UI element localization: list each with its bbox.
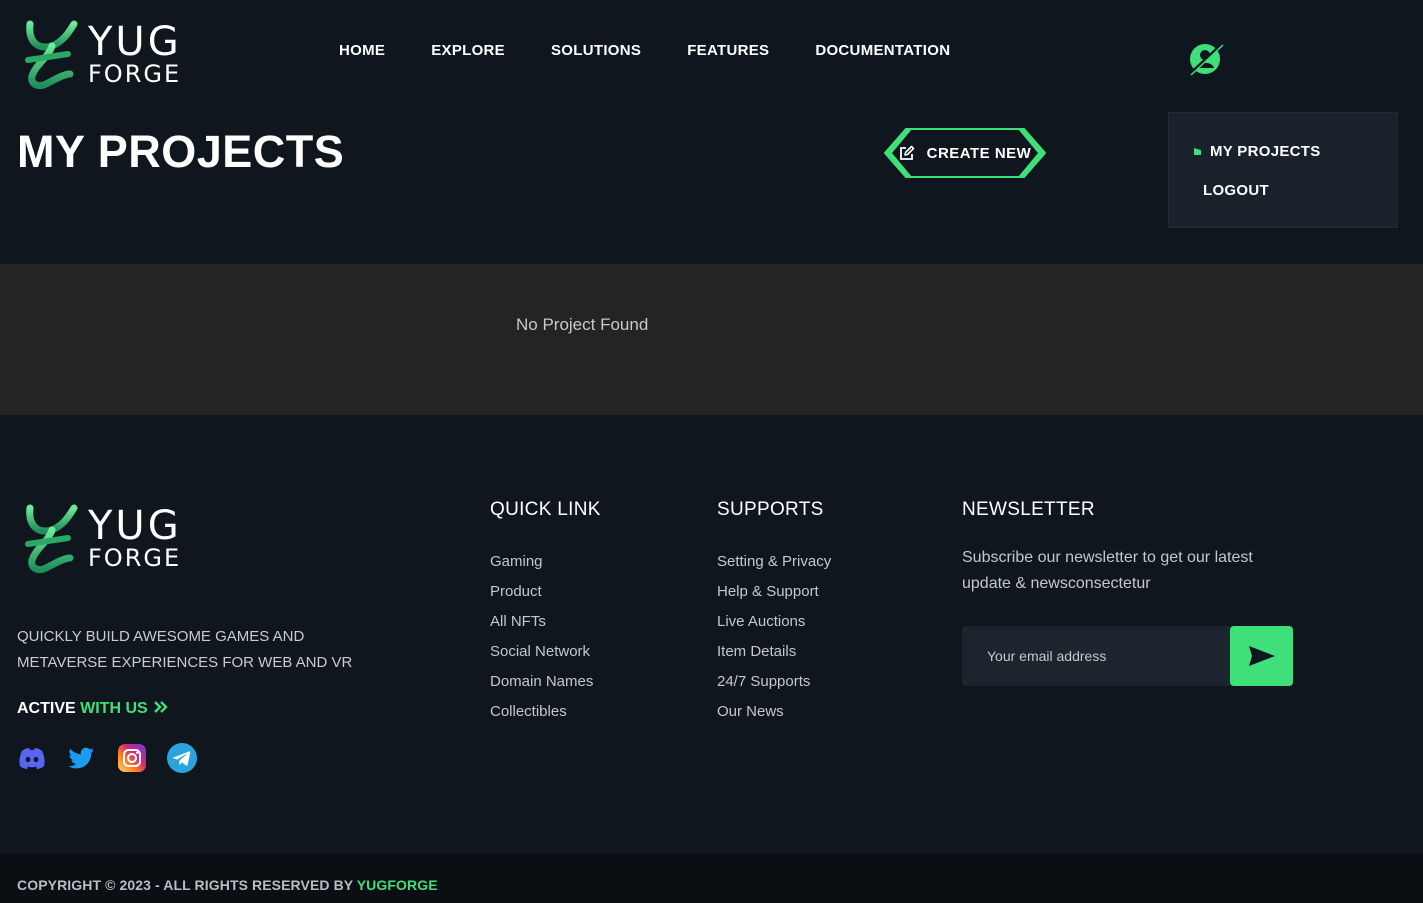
active-highlight: WITH US [80,700,148,717]
user-avatar-icon[interactable] [1188,42,1224,76]
quick-link-all-nfts[interactable]: All NFTs [490,611,601,641]
nav-home[interactable]: HOME [339,42,385,59]
edit-icon [899,145,914,160]
page-title: MY PROJECTS [17,126,345,177]
footer-logo[interactable]: YUG FORGE [24,504,182,574]
nav-solutions[interactable]: SOLUTIONS [551,42,641,59]
active-indicator-icon [1194,148,1201,155]
logo-text-yug: YUG [88,503,182,549]
copyright-text: COPYRIGHT © 2023 - ALL RIGHTS RESERVED B… [17,877,438,893]
supports-heading: SUPPORTS [717,499,824,520]
support-link-item-details[interactable]: Item Details [717,641,831,671]
header-logo[interactable]: YUG FORGE [24,20,182,90]
newsletter-text: Subscribe our newsletter to get our late… [962,549,1253,592]
support-link-help-support[interactable]: Help & Support [717,581,831,611]
main-nav: HOME EXPLORE SOLUTIONS FEATURES DOCUMENT… [339,42,996,59]
projects-list-area: No Project Found [0,264,1423,415]
quick-link-social-network[interactable]: Social Network [490,641,601,671]
logo-text-yug: YUG [88,19,182,65]
support-link-live-auctions[interactable]: Live Auctions [717,611,831,641]
quick-link-domain-names[interactable]: Domain Names [490,671,601,701]
double-chevron-right-icon [154,701,168,713]
create-new-label: CREATE NEW [926,144,1032,162]
support-link-24-7-supports[interactable]: 24/7 Supports [717,671,831,701]
logo-mark-icon [25,504,78,574]
logo-text-forge: FORGE [88,60,182,88]
logo-text-forge: FORGE [88,544,182,572]
copyright-brand-link[interactable]: YUGFORGE [357,877,438,893]
footer-newsletter: NEWSLETTER Subscribe our newsletter to g… [962,499,1292,597]
quick-link-heading: QUICK LINK [490,499,601,520]
active-with-us-link[interactable]: ACTIVE WITH US [17,700,168,718]
logo-mark-icon [25,20,78,90]
social-links [17,743,197,773]
footer-quick-links: QUICK LINK Gaming Product All NFTs Socia… [490,499,601,731]
copyright-label: COPYRIGHT © 2023 - ALL RIGHTS RESERVED B… [17,877,353,893]
active-prefix: ACTIVE [17,700,76,717]
quick-link-product[interactable]: Product [490,581,601,611]
nav-explore[interactable]: EXPLORE [431,42,505,59]
discord-icon[interactable] [17,743,47,773]
menu-item-logout[interactable]: LOGOUT [1203,182,1269,199]
nav-features[interactable]: FEATURES [687,42,769,59]
user-dropdown-menu: MY PROJECTS LOGOUT [1168,112,1398,228]
newsletter-submit-button[interactable] [1230,626,1293,686]
quick-link-collectibles[interactable]: Collectibles [490,701,601,731]
empty-state-message: No Project Found [516,315,649,334]
send-icon [1248,646,1275,666]
newsletter-heading: NEWSLETTER [962,499,1095,520]
telegram-icon[interactable] [167,743,197,773]
copyright-bar: COPYRIGHT © 2023 - ALL RIGHTS RESERVED B… [0,853,1423,903]
support-link-setting-privacy[interactable]: Setting & Privacy [717,551,831,581]
menu-item-my-projects[interactable]: MY PROJECTS [1210,143,1321,160]
newsletter-email-input[interactable] [962,626,1230,686]
nav-documentation[interactable]: DOCUMENTATION [815,42,950,59]
instagram-icon[interactable] [117,743,147,773]
twitter-icon[interactable] [67,743,97,773]
create-new-button[interactable]: CREATE NEW [884,128,1046,178]
footer-tagline: QUICKLY BUILD AWESOME GAMES AND METAVERS… [17,628,353,671]
footer-supports: SUPPORTS Setting & Privacy Help & Suppor… [717,499,831,731]
quick-link-gaming[interactable]: Gaming [490,551,601,581]
newsletter-form [962,626,1293,686]
support-link-our-news[interactable]: Our News [717,701,831,731]
